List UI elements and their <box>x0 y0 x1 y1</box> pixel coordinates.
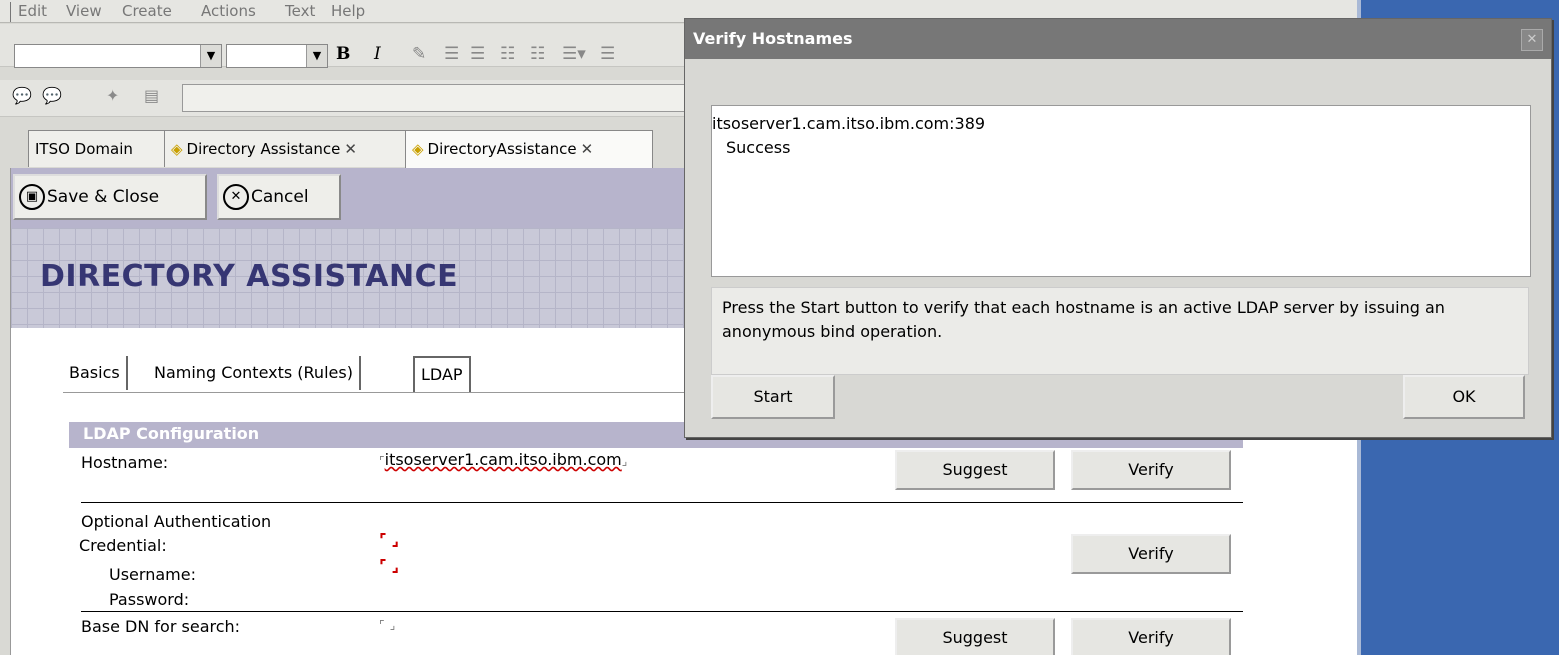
field-end-marker: ⌟ <box>621 454 628 468</box>
tab-directory-assistance-view[interactable]: ◈ Directory Assistance ✕ <box>164 130 406 167</box>
align-left-icon[interactable]: ☰ <box>444 44 459 64</box>
dialog-title: Verify Hostnames <box>693 29 853 48</box>
tab-naming-contexts[interactable]: Naming Contexts (Rules) <box>148 356 361 390</box>
menu-help[interactable]: Help <box>331 2 365 20</box>
password-label: Password: <box>109 590 190 609</box>
new-memo-icon[interactable]: ✦ <box>106 86 119 105</box>
close-icon[interactable]: ✕ <box>1521 29 1543 51</box>
document-icon[interactable]: ▤ <box>144 86 159 105</box>
menu-text[interactable]: Text <box>285 2 315 20</box>
tab-label: Directory Assistance <box>186 140 341 158</box>
document-icon: ◈ <box>412 140 424 158</box>
field-start-marker: ⌜ <box>379 530 387 549</box>
tab-ldap[interactable]: LDAP <box>413 356 471 392</box>
tab-directory-assistance-document[interactable]: ◈ DirectoryAssistance ✕ <box>405 130 653 169</box>
close-icon[interactable]: ✕ <box>581 140 594 158</box>
tab-basics[interactable]: Basics <box>63 356 128 390</box>
bold-icon[interactable]: B <box>336 44 350 64</box>
result-status: Success <box>726 138 791 157</box>
auth-label: Optional Authentication <box>81 512 272 531</box>
ok-button[interactable]: OK <box>1403 375 1525 419</box>
menu-view[interactable]: View <box>66 2 102 20</box>
field-end-marker: ⌟ <box>391 530 400 549</box>
verification-results: itsoserver1.cam.itso.ibm.com:389 Success <box>711 105 1531 277</box>
tab-label: ITSO Domain <box>35 140 133 158</box>
menu-create[interactable]: Create <box>122 2 172 20</box>
verify-hostnames-dialog: Verify Hostnames ✕ itsoserver1.cam.itso.… <box>684 18 1552 438</box>
numbered-list-icon[interactable]: ☷ <box>530 44 545 64</box>
chevron-down-icon[interactable]: ▼ <box>306 45 327 67</box>
italic-icon[interactable]: I <box>374 44 381 64</box>
font-size-dropdown[interactable]: ▼ <box>226 44 328 68</box>
username-field[interactable]: ⌜ ⌟ <box>379 530 399 549</box>
page-title: DIRECTORY ASSISTANCE <box>40 259 459 294</box>
close-icon[interactable]: ✕ <box>344 140 357 158</box>
menu-edit[interactable]: Edit <box>18 2 47 20</box>
verify-button[interactable]: Verify <box>1071 450 1231 490</box>
tab-label: DirectoryAssistance <box>427 140 577 158</box>
alignment-dropdown-icon[interactable]: ☰▾ <box>562 44 586 64</box>
align-center-icon[interactable]: ☰ <box>470 44 485 64</box>
highlighter-icon[interactable]: ✎ <box>412 44 426 64</box>
field-start-marker: ⌜ <box>379 618 385 632</box>
style-dropdown[interactable]: ▼ <box>14 44 222 68</box>
menu-actions[interactable]: Actions <box>201 2 256 20</box>
dialog-instructions: Press the Start button to verify that ea… <box>711 287 1529 375</box>
username-label: Username: <box>109 565 196 584</box>
hostname-field[interactable]: ⌜itsoserver1.cam.itso.ibm.com⌟ <box>379 450 627 469</box>
hostname-label: Hostname: <box>81 453 169 472</box>
basedn-field[interactable]: ⌜ ⌟ <box>379 614 395 633</box>
cancel-label: Cancel <box>251 187 309 207</box>
suggest-button[interactable]: Suggest <box>895 450 1055 490</box>
field-end-marker: ⌟ <box>391 556 400 575</box>
start-button[interactable]: Start <box>711 375 835 419</box>
field-end-marker: ⌟ <box>389 618 396 632</box>
save-close-button[interactable]: ▣ Save & Close <box>13 174 207 220</box>
bullet-list-icon[interactable]: ☷ <box>500 44 515 64</box>
verify-credentials-button[interactable]: Verify <box>1071 534 1231 574</box>
indent-icon[interactable]: ☰ <box>600 44 615 64</box>
hostname-value: itsoserver1.cam.itso.ibm.com <box>384 450 622 469</box>
menu-divider <box>10 2 11 22</box>
verify-basedn-button[interactable]: Verify <box>1071 618 1231 655</box>
save-icon: ▣ <box>19 184 45 210</box>
speech-bubble-icon[interactable]: 💬 <box>12 86 32 105</box>
save-close-label: Save & Close <box>47 187 160 207</box>
chat-icon[interactable]: 💬 <box>42 86 62 105</box>
divider <box>81 502 1243 503</box>
dialog-titlebar: Verify Hostnames ✕ <box>685 19 1551 59</box>
cancel-icon: ✕ <box>223 184 249 210</box>
credential-label: Credential: <box>79 536 167 555</box>
chevron-down-icon[interactable]: ▼ <box>200 45 221 67</box>
basedn-label: Base DN for search: <box>81 617 241 636</box>
field-start-marker: ⌜ <box>379 556 387 575</box>
divider <box>81 611 1243 612</box>
password-field[interactable]: ⌜ ⌟ <box>379 556 399 575</box>
tab-itso-domain[interactable]: ITSO Domain <box>28 130 169 167</box>
result-hostname: itsoserver1.cam.itso.ibm.com:389 <box>712 114 986 133</box>
cancel-button[interactable]: ✕ Cancel <box>217 174 341 220</box>
suggest-basedn-button[interactable]: Suggest <box>895 618 1055 655</box>
section-title: LDAP Configuration <box>83 424 260 443</box>
database-icon: ◈ <box>171 140 183 158</box>
